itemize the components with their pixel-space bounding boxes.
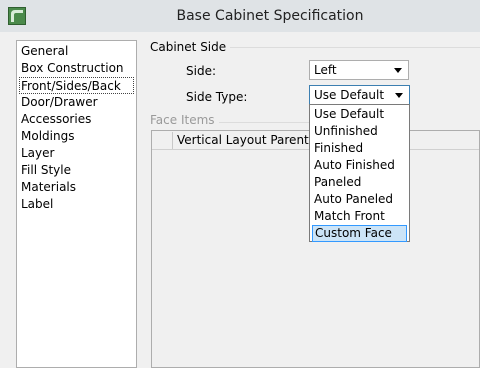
side-select[interactable]: Left	[309, 60, 409, 80]
side-label: Side:	[186, 64, 216, 78]
chevron-down-icon	[394, 68, 402, 73]
group-divider	[208, 122, 309, 123]
cabinet-side-group-label: Cabinet Side	[150, 40, 231, 54]
sidebar-item-box-construction[interactable]: Box Construction	[19, 60, 124, 77]
option-custom-face[interactable]: Custom Face	[312, 225, 407, 242]
option-paneled[interactable]: Paneled	[312, 174, 407, 191]
chevron-down-icon	[395, 93, 403, 98]
category-list[interactable]: General Box Construction Front/Sides/Bac…	[16, 40, 137, 368]
title-bar: Base Cabinet Specification	[0, 0, 480, 32]
option-use-default[interactable]: Use Default	[312, 106, 407, 123]
sidebar-item-fill-style[interactable]: Fill Style	[19, 162, 71, 179]
option-auto-finished[interactable]: Auto Finished	[312, 157, 407, 174]
sidebar-item-materials[interactable]: Materials	[19, 179, 76, 196]
sidebar-item-moldings[interactable]: Moldings	[19, 128, 74, 145]
side-type-select[interactable]: Use Default	[309, 85, 410, 105]
face-items-group-label: Face Items	[150, 113, 219, 127]
option-finished[interactable]: Finished	[312, 140, 407, 157]
side-type-dropdown[interactable]: Use Default Unfinished Finished Auto Fin…	[309, 104, 410, 242]
sidebar-item-label[interactable]: Label	[19, 196, 53, 213]
sidebar-item-front-sides-back[interactable]: Front/Sides/Back	[19, 77, 134, 94]
option-match-front[interactable]: Match Front	[312, 208, 407, 225]
side-type-select-value: Use Default	[314, 88, 385, 102]
window-title: Base Cabinet Specification	[176, 8, 364, 24]
sidebar-item-general[interactable]: General	[19, 43, 68, 60]
side-select-value: Left	[314, 63, 337, 77]
side-type-label: Side Type:	[186, 90, 248, 104]
sidebar-item-door-drawer[interactable]: Door/Drawer	[19, 94, 98, 111]
sidebar-item-layer[interactable]: Layer	[19, 145, 54, 162]
group-divider	[217, 47, 480, 48]
option-unfinished[interactable]: Unfinished	[312, 123, 407, 140]
option-auto-paneled[interactable]: Auto Paneled	[312, 191, 407, 208]
column-header-vertical-layout-parent[interactable]: Vertical Layout Parent	[172, 132, 310, 149]
sidebar-item-accessories[interactable]: Accessories	[19, 111, 91, 128]
